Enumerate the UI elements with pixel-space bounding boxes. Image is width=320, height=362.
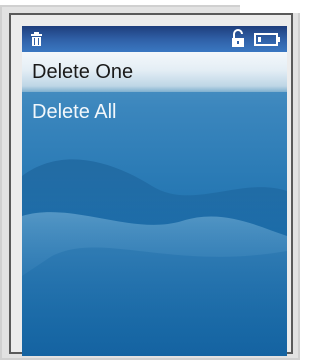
device-screenshot: Delete One Delete All — [0, 0, 302, 362]
status-bar — [22, 26, 287, 52]
menu-item-delete-all[interactable]: Delete All — [22, 92, 287, 132]
menu-item-label: Delete All — [32, 101, 117, 123]
menu-item-delete-one[interactable]: Delete One — [22, 52, 287, 92]
battery-icon — [254, 33, 280, 46]
menu-item-label: Delete One — [32, 61, 134, 83]
device-screen: Delete One Delete All — [22, 26, 287, 356]
frame-notch — [240, 0, 302, 13]
delete-menu: Delete One Delete All — [22, 52, 287, 132]
unlock-icon — [232, 29, 244, 47]
trash-can-icon — [31, 32, 42, 46]
